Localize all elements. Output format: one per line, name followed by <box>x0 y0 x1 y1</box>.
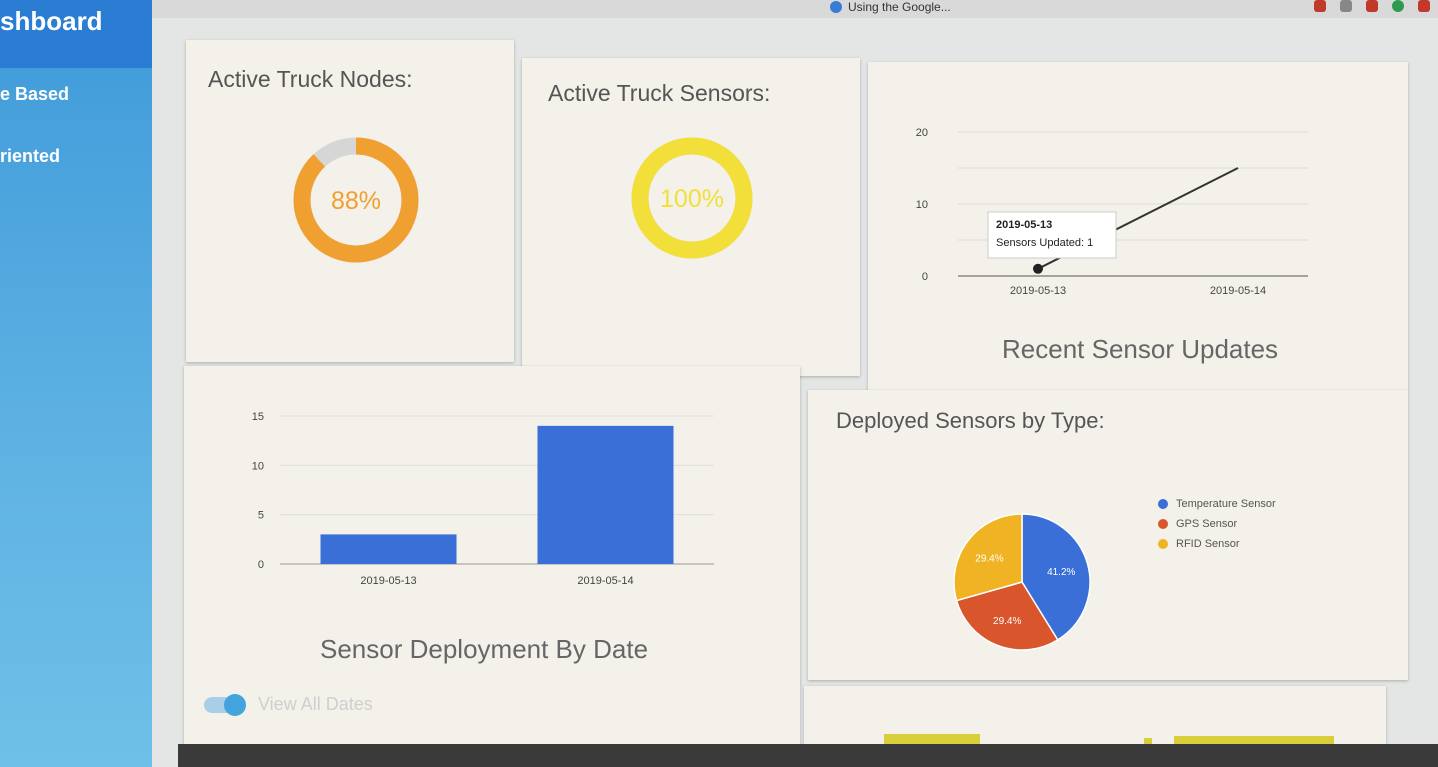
data-point <box>1033 263 1043 274</box>
tooltip-value: Sensors Updated: 1 <box>996 237 1093 249</box>
deployment-card: 15 10 5 0 2019-05-13 2019-05-14 Sensor Deploy… <box>184 366 800 767</box>
sidebar: shboard e Based riented <box>0 0 152 767</box>
x-tick-label: 2019-05-14 <box>1210 285 1266 297</box>
legend-label: RFID Sensor <box>1176 538 1240 550</box>
extension-icon[interactable] <box>1392 0 1404 12</box>
x-tick-label: 2019-05-13 <box>360 575 416 587</box>
y-tick-label: 0 <box>922 271 928 283</box>
x-tick-label: 2019-05-13 <box>1010 285 1066 297</box>
slice-label: 29.4% <box>975 553 1003 564</box>
active-nodes-card: Active Truck Nodes: 88% <box>186 40 514 362</box>
view-all-dates-label: View All Dates <box>258 694 373 714</box>
legend-swatch <box>1158 519 1168 529</box>
legend-label: GPS Sensor <box>1176 518 1238 530</box>
bottom-frame <box>178 744 1438 767</box>
legend-label: Temperature Sensor <box>1176 498 1276 510</box>
slice-label: 29.4% <box>993 616 1021 627</box>
browser-tab-label: Using the Google... <box>848 0 951 14</box>
y-tick-label: 5 <box>258 510 264 522</box>
legend-item[interactable]: GPS Sensor <box>1158 518 1237 530</box>
bar <box>537 425 674 564</box>
legend-item[interactable]: Temperature Sensor <box>1158 498 1276 510</box>
slice-label: 41.2% <box>1047 567 1075 578</box>
main-content: Active Truck Nodes: 88% Active Truck Sen… <box>152 18 1438 767</box>
y-tick-label: 15 <box>252 411 264 423</box>
x-tick-label: 2019-05-14 <box>577 575 633 587</box>
y-tick-label: 10 <box>916 199 928 211</box>
browser-tab[interactable]: Using the Google... <box>830 0 951 14</box>
y-tick-label: 20 <box>916 127 928 139</box>
recent-updates-card: 20 10 0 2019-05-13 2019-05-14 2019-05-13 Senso… <box>868 62 1408 390</box>
deployment-title: Sensor Deployment By Date <box>320 634 649 664</box>
y-tick-label: 0 <box>258 559 264 571</box>
tooltip-date: 2019-05-13 <box>996 219 1052 231</box>
tooltip: 2019-05-13 Sensors Updated: 1 <box>987 211 1117 259</box>
bar <box>320 534 457 564</box>
google-icon <box>830 1 842 13</box>
extension-icon[interactable] <box>1418 0 1430 12</box>
extension-icon[interactable] <box>1366 0 1378 12</box>
recent-updates-chart: 20 10 0 2019-05-13 2019-05-14 2019-05-13 Senso… <box>916 127 1308 297</box>
view-all-dates-toggle[interactable] <box>204 693 246 716</box>
legend-swatch <box>1158 539 1168 549</box>
extension-icon[interactable] <box>1314 0 1326 12</box>
browser-top-strip: Using the Google... <box>150 0 1438 18</box>
legend-swatch <box>1158 499 1168 509</box>
sidebar-title: shboard <box>0 0 152 68</box>
sensors-by-type-title: Deployed Sensors by Type: <box>836 408 1105 433</box>
sidebar-item-oriented[interactable]: riented <box>0 146 152 172</box>
active-sensors-card: Active Truck Sensors: 100% <box>522 58 860 376</box>
deployment-chart: 15 10 5 0 2019-05-13 2019-05-14 <box>252 411 714 587</box>
active-nodes-percent: 88% <box>331 187 381 215</box>
browser-extension-icons <box>1314 0 1430 12</box>
view-all-dates-control: View All Dates <box>204 693 373 716</box>
sensors-by-type-card: Deployed Sensors by Type: 41.2% 29.4% 29.4… <box>808 390 1408 680</box>
toggle-knob <box>224 693 246 716</box>
legend-item[interactable]: RFID Sensor <box>1158 538 1240 550</box>
active-nodes-donut: 88% <box>293 137 419 263</box>
active-sensors-donut: 100% <box>631 137 753 259</box>
active-sensors-percent: 100% <box>660 185 724 213</box>
recent-updates-title: Recent Sensor Updates <box>1002 334 1279 364</box>
extension-icon[interactable] <box>1340 0 1352 12</box>
sidebar-item-based[interactable]: e Based <box>0 84 152 110</box>
y-tick-label: 10 <box>252 460 264 472</box>
